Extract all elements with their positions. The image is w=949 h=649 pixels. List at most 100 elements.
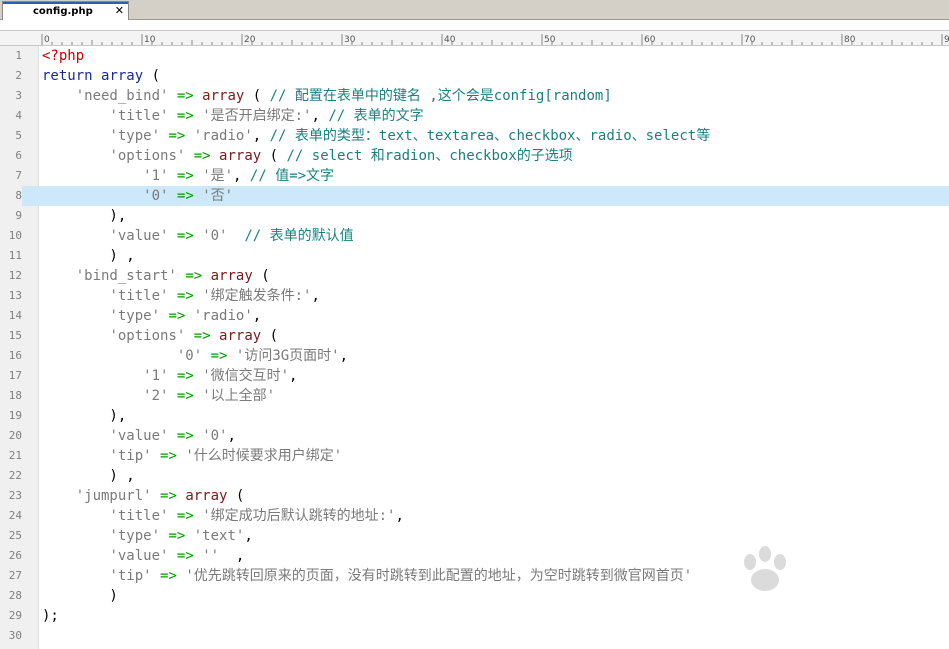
- code-text[interactable]: 'need_bind' => array ( // 配置在表单中的键名 ,这个会…: [42, 86, 612, 106]
- line-number: 5: [15, 129, 22, 142]
- close-icon[interactable]: ✕: [115, 4, 124, 18]
- token-op: =>: [176, 288, 194, 304]
- code-text[interactable]: ),: [42, 206, 126, 226]
- code-text[interactable]: ),: [42, 406, 126, 426]
- code-line[interactable]: 5 'type' => 'radio', // 表单的类型：text、texta…: [0, 126, 949, 146]
- line-number: 23: [8, 489, 22, 502]
- code-line[interactable]: 9 ),: [0, 206, 949, 226]
- token-str: 'value': [109, 548, 169, 564]
- code-text[interactable]: ): [42, 586, 117, 606]
- token-str: 'tip': [109, 568, 152, 584]
- code-line[interactable]: 15 'options' => array (: [0, 326, 949, 346]
- code-line[interactable]: 30: [0, 626, 949, 646]
- code-text[interactable]: 'value' => '0',: [42, 426, 235, 446]
- line-number: 26: [8, 549, 22, 562]
- code-line-current[interactable]: 8 '0' => '否': [0, 186, 949, 206]
- code-text[interactable]: 'jumpurl' => array (: [42, 486, 245, 506]
- code-text[interactable]: 'options' => array (: [42, 326, 278, 346]
- code-line[interactable]: 13 'title' => '绑定触发条件:',: [0, 286, 949, 306]
- code-line[interactable]: 22 ) ,: [0, 466, 949, 486]
- token-plain: ) ,: [42, 248, 135, 264]
- code-line[interactable]: 7 '1' => '是', // 值=>文字: [0, 166, 949, 186]
- code-line[interactable]: 6 'options' => array ( // select 和radion…: [0, 146, 949, 166]
- code-text[interactable]: 'type' => 'radio',: [42, 306, 261, 326]
- code-editor[interactable]: 1 <?php 2 return array (3 'need_bind' => ar…: [0, 46, 949, 646]
- code-text[interactable]: '0' => '否': [42, 186, 233, 206]
- code-text[interactable]: 'bind_start' => array (: [42, 266, 270, 286]
- code-line[interactable]: 25 'type' => 'text',: [0, 526, 949, 546]
- code-line[interactable]: 4 'title' => '是否开启绑定:', // 表单的文字: [0, 106, 949, 126]
- token-plain: ,: [244, 528, 253, 544]
- code-text[interactable]: 'options' => array ( // select 和radion、c…: [42, 146, 572, 166]
- line-number: 22: [8, 469, 22, 482]
- code-text[interactable]: 'type' => 'text',: [42, 526, 253, 546]
- code-line[interactable]: 12 'bind_start' => array (: [0, 266, 949, 286]
- token-str: 'title': [109, 508, 169, 524]
- token-plain: );: [42, 608, 59, 624]
- code-text[interactable]: 'tip' => '什么时候要求用户绑定': [42, 446, 342, 466]
- code-line[interactable]: 21 'tip' => '什么时候要求用户绑定': [0, 446, 949, 466]
- code-line[interactable]: 19 ),: [0, 406, 949, 426]
- code-text[interactable]: return array (: [42, 66, 160, 86]
- line-number: 7: [15, 169, 22, 182]
- code-line[interactable]: 11 ) ,: [0, 246, 949, 266]
- code-text[interactable]: 'title' => '绑定成功后默认跳转的地址:',: [42, 506, 403, 526]
- code-line[interactable]: 28 ): [0, 586, 949, 606]
- code-line[interactable]: 14 'type' => 'radio',: [0, 306, 949, 326]
- token-cmt: // 表单的默认值: [244, 228, 354, 244]
- code-line[interactable]: 26 'value' => '' ,: [0, 546, 949, 566]
- code-text[interactable]: 'tip' => '优先跳转回原来的页面，没有时跳转到此配置的地址，为空时跳转到…: [42, 566, 692, 586]
- token-op: =>: [176, 188, 194, 204]
- line-number: 13: [8, 289, 22, 302]
- token-str: '以上全部': [202, 388, 276, 404]
- code-text[interactable]: 'value' => '0' // 表单的默认值: [42, 226, 354, 246]
- code-line[interactable]: 17 '1' => '微信交互时',: [0, 366, 949, 386]
- code-line[interactable]: 10 'value' => '0' // 表单的默认值: [0, 226, 949, 246]
- code-text[interactable]: <?php: [42, 46, 84, 66]
- code-line[interactable]: 23 'jumpurl' => array (: [0, 486, 949, 506]
- code-line[interactable]: 24 'title' => '绑定成功后默认跳转的地址:',: [0, 506, 949, 526]
- code-text[interactable]: '1' => '是', // 值=>文字: [42, 166, 334, 186]
- line-number: 9: [15, 209, 22, 222]
- code-line[interactable]: 2 return array (: [0, 66, 949, 86]
- token-op: =>: [168, 128, 186, 144]
- code-line[interactable]: 27 'tip' => '优先跳转回原来的页面，没有时跳转到此配置的地址，为空时…: [0, 566, 949, 586]
- token-op: =>: [176, 228, 194, 244]
- code-text[interactable]: 'title' => '绑定触发条件:',: [42, 286, 319, 306]
- tab-label[interactable]: config.php: [33, 5, 93, 19]
- line-number: 15: [8, 329, 22, 342]
- code-text[interactable]: 'title' => '是否开启绑定:', // 表单的文字: [42, 106, 423, 126]
- token-str: 'title': [109, 108, 169, 124]
- code-text[interactable]: ) ,: [42, 246, 135, 266]
- code-line[interactable]: 16 '0' => '访问3G页面时',: [0, 346, 949, 366]
- code-text[interactable]: );: [42, 606, 59, 626]
- code-text[interactable]: ) ,: [42, 466, 134, 486]
- code-line[interactable]: 20 'value' => '0',: [0, 426, 949, 446]
- code-line[interactable]: 3 'need_bind' => array ( // 配置在表单中的键名 ,这…: [0, 86, 949, 106]
- code-text[interactable]: '1' => '微信交互时',: [42, 366, 297, 386]
- code-text[interactable]: '0' => '访问3G页面时',: [42, 346, 348, 366]
- file-tab[interactable]: config.php ✕: [2, 1, 129, 20]
- code-text[interactable]: '2' => '以上全部': [42, 386, 275, 406]
- token-str: '0': [176, 348, 203, 364]
- code-line[interactable]: 18 '2' => '以上全部': [0, 386, 949, 406]
- code-line[interactable]: 29);: [0, 606, 949, 626]
- ruler-label: 10: [144, 35, 156, 45]
- token-str: 'type': [109, 528, 161, 544]
- ruler-label: 20: [244, 35, 256, 45]
- code-text[interactable]: 'type' => 'radio', // 表单的类型：text、textare…: [42, 126, 710, 146]
- code-line[interactable]: 1 <?php: [0, 46, 949, 66]
- code-text[interactable]: 'value' => '' ,: [42, 546, 244, 566]
- token-fn: array: [219, 328, 262, 344]
- token-str: 'options': [109, 328, 186, 344]
